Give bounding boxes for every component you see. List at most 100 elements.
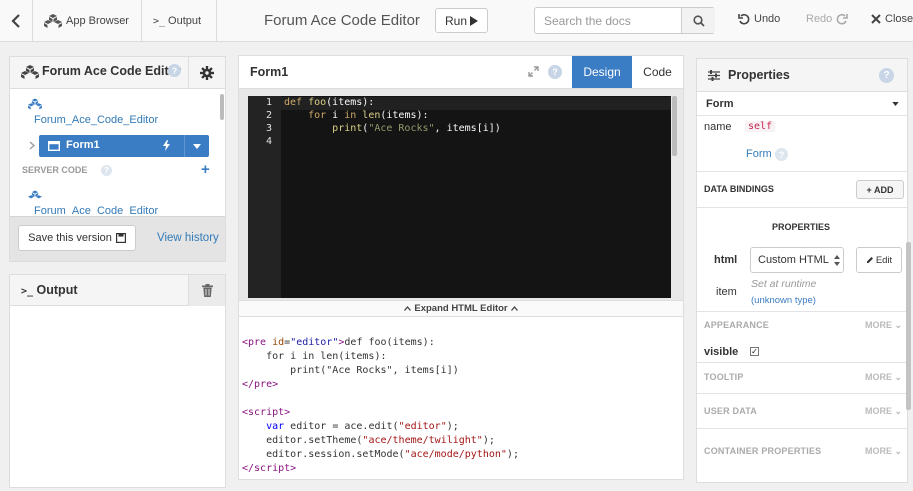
redo-button[interactable]: Redo (806, 13, 849, 25)
output-tab[interactable]: >_ Output (153, 0, 201, 42)
ace-editor[interactable]: 1 2 3 4 def foo(items): for i in len(ite… (248, 96, 671, 298)
line-number: 2 (265, 110, 272, 121)
editor-scrollbar[interactable] (672, 96, 677, 156)
help-icon[interactable]: ? (548, 65, 562, 79)
code-line: print("Ace Rocks", items[i]) (332, 123, 501, 134)
more-label: MORE (865, 406, 892, 416)
tab-code[interactable]: Code (632, 56, 683, 88)
app-name: Forum Ace Code Editor (42, 64, 182, 78)
server-module-item[interactable]: Forum_Ace_Code_Editor (34, 204, 214, 214)
html-line: editor.session.setMode("ace/mode/python"… (242, 449, 519, 460)
add-binding-button[interactable]: + ADD (856, 180, 904, 199)
tab-code-label: Code (643, 65, 672, 79)
line-number: 4 (265, 136, 272, 147)
more-label: MORE (865, 446, 892, 456)
appearance-heading[interactable]: APPEARANCE (704, 320, 769, 330)
user-data-heading[interactable]: USER DATA (704, 406, 757, 416)
settings-button[interactable] (188, 57, 225, 89)
search-icon (692, 14, 705, 27)
output-panel-title: >_ Output (21, 283, 78, 297)
divider (697, 207, 907, 208)
container-properties-more[interactable]: MORE ⌄ (865, 446, 902, 457)
properties-title: Properties (728, 68, 790, 82)
expand-html-editor-bar[interactable]: Expand HTML Editor (239, 300, 683, 317)
html-label: html (714, 254, 738, 266)
properties-subheading: PROPERTIES (772, 222, 831, 232)
help-icon[interactable]: ? (168, 64, 181, 77)
user-data-more[interactable]: MORE ⌄ (865, 406, 902, 417)
form-icon (48, 141, 60, 151)
search-input[interactable] (535, 8, 681, 33)
divider (697, 393, 907, 394)
sliders-icon (708, 70, 720, 81)
tooltip-more[interactable]: MORE ⌄ (865, 372, 902, 383)
html-line: for i in len(items): (242, 351, 387, 362)
item-type: (unknown type) (751, 295, 816, 306)
appearance-more[interactable]: MORE ⌄ (865, 320, 902, 331)
save-version-label: Save this version (28, 232, 112, 244)
properties-scrollbar[interactable] (906, 242, 911, 410)
component-selector[interactable]: Form (697, 93, 907, 116)
visible-checkbox[interactable]: ✓ (750, 347, 759, 356)
tooltip-heading[interactable]: TOOLTIP (704, 372, 744, 382)
apps-icon (44, 14, 62, 28)
docs-search (534, 7, 715, 34)
run-label: Run (444, 13, 467, 28)
app-browser-tab[interactable]: App Browser (44, 0, 129, 42)
search-button[interactable] (681, 8, 715, 33)
expand-html-label: Expand HTML Editor (414, 303, 508, 314)
html-select[interactable]: Custom HTML (750, 247, 844, 273)
server-module-icon (28, 190, 42, 199)
close-label: Close (885, 13, 913, 25)
name-label: name (704, 121, 732, 133)
view-history-link[interactable]: View history (157, 232, 219, 244)
save-icon (115, 233, 126, 243)
chevron-right-icon[interactable] (29, 141, 35, 150)
back-button[interactable] (0, 0, 32, 42)
data-bindings-heading: DATA BINDINGS (704, 184, 774, 194)
app-tree-icon (28, 98, 42, 110)
tab-design[interactable]: Design (572, 56, 632, 88)
terminal-icon: >_ (153, 15, 166, 27)
line-number: 1 (265, 97, 272, 108)
help-icon[interactable]: ? (101, 165, 112, 176)
output-tab-label: Output (168, 15, 202, 27)
expand-icon[interactable] (528, 66, 539, 77)
undo-button[interactable]: Undo (738, 13, 780, 25)
help-icon[interactable]: ? (775, 148, 788, 161)
type-link[interactable]: Form (746, 148, 772, 160)
redo-icon (836, 13, 849, 25)
output-title-label: Output (36, 283, 78, 297)
pencil-icon (866, 257, 873, 263)
visible-label: visible (704, 346, 739, 358)
item-label: item (716, 286, 737, 298)
html-line: <script> (242, 407, 291, 418)
run-button[interactable]: Run (435, 8, 488, 33)
close-button[interactable]: Close (871, 13, 913, 25)
caret-down-icon (892, 102, 899, 106)
tree-app-item[interactable]: Forum_Ace_Code_Editor (34, 114, 158, 126)
top-bar: App Browser >_ Output Forum Ace Code Edi… (0, 0, 913, 42)
tree-form1-label: Form1 (66, 139, 100, 151)
more-label: MORE (865, 372, 892, 382)
tree-scrollbar[interactable] (220, 94, 224, 120)
clear-output-button[interactable] (188, 275, 225, 306)
edit-html-button[interactable]: Edit (856, 247, 902, 273)
add-server-module-button[interactable]: + (201, 161, 210, 178)
terminal-icon: >_ (21, 286, 34, 297)
code-line: for i in len(items): (308, 110, 429, 121)
save-version-button[interactable]: Save this version (18, 225, 136, 251)
name-value[interactable]: self (745, 121, 776, 132)
redo-label: Redo (806, 13, 833, 25)
item-note: Set at runtime (751, 278, 817, 290)
caret-down-icon (193, 143, 201, 149)
edit-html-label: Edit (875, 254, 893, 266)
form-dropdown-button[interactable] (184, 135, 209, 157)
help-icon[interactable]: ? (879, 68, 894, 83)
tree-form1-item[interactable]: Form1 (39, 135, 209, 157)
output-panel (9, 274, 226, 488)
server-code-heading: SERVER CODE (22, 165, 88, 175)
container-properties-heading[interactable]: CONTAINER PROPERTIES (704, 446, 821, 456)
chevron-left-icon (11, 14, 20, 28)
caret-up-icon (510, 306, 518, 311)
